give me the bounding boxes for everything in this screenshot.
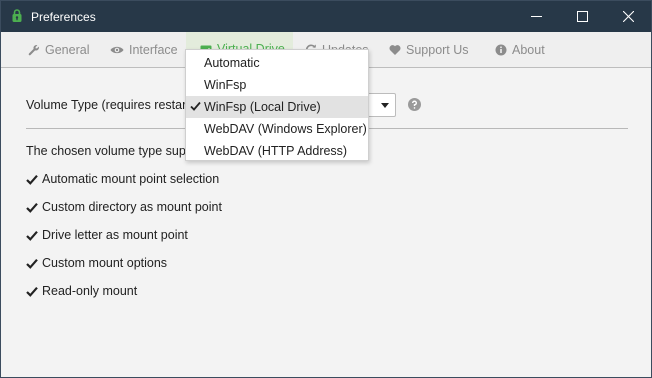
- feature-label: Custom directory as mount point: [42, 200, 222, 214]
- caret-down-icon: [381, 103, 389, 108]
- feature-item: Read-only mount: [26, 284, 222, 312]
- check-icon: [26, 258, 38, 269]
- option-label: WinFsp: [204, 78, 247, 92]
- app-logo-icon: [12, 9, 22, 22]
- tab-label: Interface: [129, 43, 178, 57]
- tab-label: Support Us: [406, 43, 469, 57]
- wrench-icon: [28, 45, 39, 56]
- option-label: Automatic: [204, 56, 260, 70]
- close-button[interactable]: [605, 1, 651, 32]
- dropdown-option-automatic[interactable]: Automatic: [186, 52, 368, 74]
- option-label: WinFsp (Local Drive): [204, 100, 321, 114]
- maximize-icon: [576, 11, 588, 22]
- dropdown-option-webdav-explorer[interactable]: WebDAV (Windows Explorer): [186, 118, 368, 140]
- heart-icon: [389, 45, 401, 55]
- feature-list: Automatic mount point selection Custom d…: [26, 172, 222, 312]
- feature-label: Automatic mount point selection: [42, 172, 220, 186]
- help-icon[interactable]: [408, 98, 421, 111]
- feature-item: Automatic mount point selection: [26, 172, 222, 200]
- check-icon: [26, 202, 38, 213]
- check-icon: [26, 230, 38, 241]
- minimize-icon: [530, 16, 542, 17]
- check-icon: [190, 101, 201, 111]
- feature-label: Read-only mount: [42, 284, 138, 298]
- info-icon: [495, 44, 507, 56]
- dropdown-option-webdav-http[interactable]: WebDAV (HTTP Address): [186, 140, 368, 162]
- option-label: WebDAV (Windows Explorer): [204, 122, 367, 136]
- option-label: WebDAV (HTTP Address): [204, 144, 348, 158]
- feature-item: Drive letter as mount point: [26, 228, 222, 256]
- close-icon: [622, 11, 634, 22]
- tab-label: About: [512, 43, 545, 57]
- dropdown-option-winfsp-local-drive[interactable]: WinFsp (Local Drive): [186, 96, 368, 118]
- volume-type-dropdown: Automatic WinFsp WinFsp (Local Drive) We…: [185, 49, 369, 161]
- volume-type-label: Volume Type (requires restart): [26, 98, 194, 112]
- tab-interface[interactable]: Interface: [110, 32, 178, 68]
- tab-general[interactable]: General: [28, 32, 89, 68]
- preferences-window: Preferences General Interface Virtual Dr…: [0, 0, 652, 378]
- minimize-button[interactable]: [513, 1, 559, 32]
- maximize-button[interactable]: [559, 1, 605, 32]
- tab-about[interactable]: About: [495, 32, 545, 68]
- feature-item: Custom mount options: [26, 256, 222, 284]
- feature-item: Custom directory as mount point: [26, 200, 222, 228]
- feature-label: Drive letter as mount point: [42, 228, 188, 242]
- eye-icon: [110, 46, 124, 54]
- check-icon: [26, 174, 38, 185]
- tab-label: General: [45, 43, 90, 57]
- title-bar[interactable]: Preferences: [1, 1, 651, 32]
- dropdown-option-winfsp[interactable]: WinFsp: [186, 74, 368, 96]
- feature-label: Custom mount options: [42, 256, 168, 270]
- check-icon: [26, 286, 38, 297]
- tab-support-us[interactable]: Support Us: [389, 32, 469, 68]
- window-title: Preferences: [31, 10, 96, 24]
